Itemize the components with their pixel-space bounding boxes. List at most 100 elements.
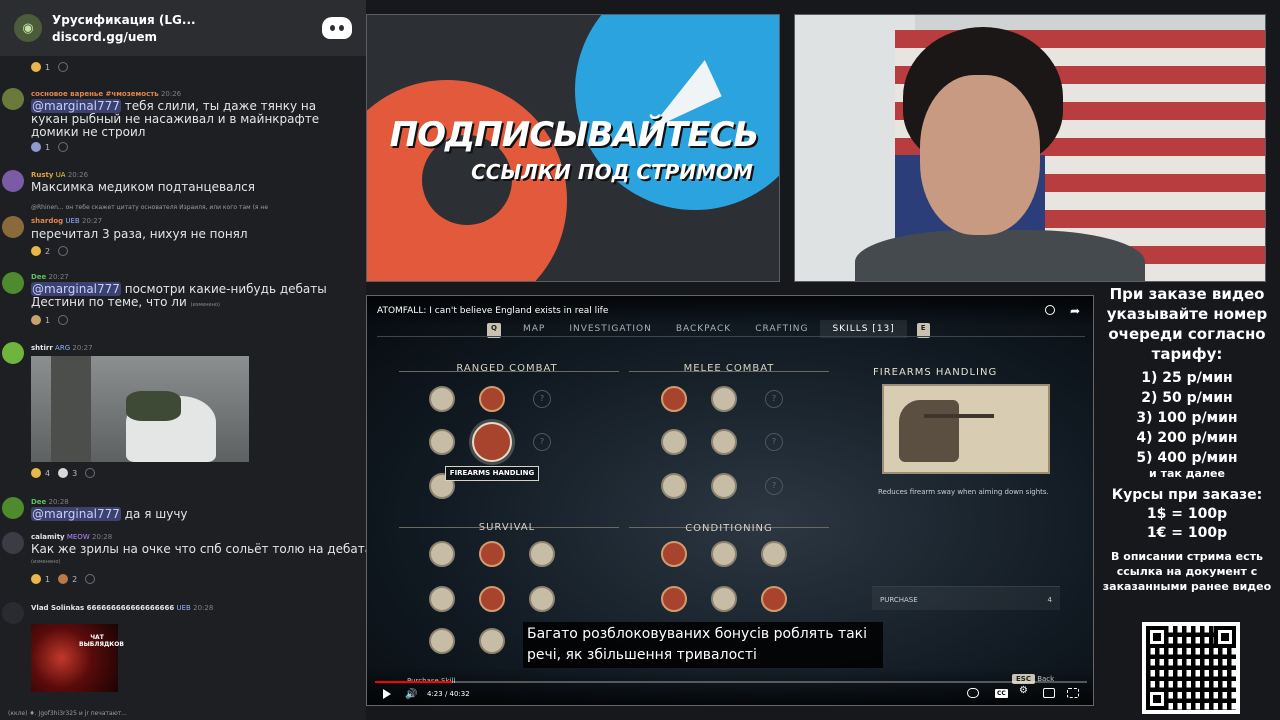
skill-icon[interactable] <box>661 429 687 455</box>
progress-bar[interactable] <box>375 681 1087 683</box>
typing-indicator: (ккле) ♦. Jgof3hi3r325 и jr печатают... <box>8 710 127 717</box>
miniplayer-icon[interactable] <box>1043 688 1055 698</box>
avatar[interactable] <box>2 342 24 364</box>
volume-icon[interactable]: 🔊 <box>405 689 417 700</box>
reactions: 1 <box>31 142 69 152</box>
avatar[interactable] <box>2 170 24 192</box>
author-name[interactable]: shtirr <box>31 344 53 352</box>
author-name[interactable]: Rusty <box>31 171 53 179</box>
reaction[interactable]: 1 <box>31 574 50 584</box>
author-name[interactable]: Vlad Solinkas 666666666666666666 <box>31 604 174 612</box>
purchase-button[interactable]: PURCHASE 4 <box>872 586 1060 610</box>
chat-header: ◉ Урусификация (LG... discord.gg/uem <box>0 0 366 56</box>
locked-skill-icon[interactable]: ? <box>533 433 551 451</box>
avatar[interactable] <box>2 602 24 624</box>
skill-icon[interactable] <box>711 586 737 612</box>
avatar[interactable] <box>2 88 24 110</box>
skill-icon[interactable] <box>711 386 737 412</box>
skill-icon[interactable] <box>711 541 737 567</box>
edited-tag: (изменено) <box>31 559 61 565</box>
skill-icon[interactable] <box>479 628 505 654</box>
course-heading: Курсы при заказе: <box>1111 487 1263 503</box>
reaction[interactable]: 4 <box>31 468 50 478</box>
skill-icon[interactable] <box>479 586 505 612</box>
attached-image[interactable] <box>31 356 249 462</box>
message-text: Максимка медиком подтанцевался <box>31 180 255 194</box>
reaction[interactable]: 1 <box>31 62 50 72</box>
reply-preview[interactable]: @Rhinen... он тебе скажет цитату основат… <box>31 204 365 211</box>
server-icon: ◉ <box>14 14 42 42</box>
server-link[interactable]: discord.gg/uem <box>52 30 312 44</box>
skill-icon[interactable] <box>529 586 555 612</box>
chat-message: Dee 20:27 @marginal777 посмотри какие-ни… <box>0 272 366 330</box>
skill-icon[interactable] <box>761 541 787 567</box>
chat-message: calamity MEOW 20:28 Как же зрилы на очке… <box>0 532 366 588</box>
add-reaction-icon[interactable] <box>85 468 96 478</box>
avatar[interactable] <box>2 216 24 238</box>
skill-icon[interactable] <box>429 586 455 612</box>
mention[interactable]: @marginal777 <box>31 282 121 296</box>
locked-skill-icon[interactable]: ? <box>765 390 783 408</box>
add-reaction-icon[interactable] <box>85 574 96 584</box>
emoji-icon <box>31 315 41 325</box>
chat-message: @Rhinen... он тебе скажет цитату основат… <box>0 204 366 260</box>
video-title[interactable]: ATOMFALL: I can't believe England exists… <box>377 306 608 316</box>
watch-later-icon[interactable] <box>1045 305 1055 315</box>
avatar[interactable] <box>2 272 24 294</box>
mention[interactable]: @marginal777 <box>31 99 121 113</box>
skill-icon[interactable] <box>711 473 737 499</box>
reaction[interactable]: 2 <box>31 246 50 256</box>
selected-skill-icon[interactable] <box>472 422 512 462</box>
reaction[interactable]: 1 <box>31 315 50 325</box>
chat-message: shtirr ARG 20:27 4 3 <box>0 342 366 482</box>
skill-icon[interactable] <box>661 386 687 412</box>
mention[interactable]: @marginal777 <box>31 507 121 521</box>
skill-icon[interactable] <box>429 429 455 455</box>
skill-icon[interactable] <box>429 628 455 654</box>
avatar[interactable] <box>2 532 24 554</box>
skill-icon[interactable] <box>479 386 505 412</box>
message-text: @marginal777 тебя слили, ты даже тянку н… <box>31 99 320 139</box>
qr-code[interactable] <box>1142 622 1240 714</box>
skill-icon[interactable] <box>661 473 687 499</box>
add-reaction-icon[interactable] <box>58 246 69 256</box>
emoji-icon <box>58 468 69 478</box>
captions-button[interactable]: CC <box>995 689 1008 698</box>
locked-skill-icon[interactable]: ? <box>533 390 551 408</box>
skill-icon[interactable] <box>711 429 737 455</box>
attached-image[interactable]: ЧАТ ВЫБЛЯДКОВ <box>31 624 124 692</box>
autoplay-toggle-icon[interactable] <box>967 688 979 698</box>
play-icon[interactable] <box>383 689 391 699</box>
locked-skill-icon[interactable]: ? <box>765 477 783 495</box>
skill-detail-title: FIREARMS HANDLING <box>873 367 998 378</box>
skill-icon[interactable] <box>529 541 555 567</box>
share-icon[interactable]: ➦ <box>1070 304 1080 318</box>
author-name[interactable]: Dee <box>31 498 46 506</box>
reactions: 1 <box>31 62 69 72</box>
fullscreen-icon[interactable] <box>1067 688 1079 698</box>
reaction[interactable]: 3 <box>58 468 77 478</box>
settings-gear-icon[interactable]: ⚙ <box>1019 685 1031 696</box>
skill-icon[interactable] <box>661 541 687 567</box>
author-name[interactable]: shardog <box>31 217 63 225</box>
description-note: В описании стрима есть ссылка на докумен… <box>1102 550 1272 593</box>
skill-icon[interactable] <box>761 586 787 612</box>
reaction[interactable]: 2 <box>58 574 77 584</box>
skill-icon[interactable] <box>429 541 455 567</box>
author-name[interactable]: Dee <box>31 273 46 281</box>
author-name[interactable]: calamity <box>31 533 65 541</box>
author-name[interactable]: сосновое варенье #чмоземость <box>31 90 159 98</box>
chat-message: 1 <box>0 60 366 76</box>
skill-icon[interactable] <box>429 386 455 412</box>
skill-icon[interactable] <box>479 541 505 567</box>
add-reaction-icon[interactable] <box>58 142 69 152</box>
locked-skill-icon[interactable]: ? <box>765 433 783 451</box>
reaction[interactable]: 1 <box>31 142 50 152</box>
add-reaction-icon[interactable] <box>58 315 69 325</box>
timestamp: 20:27 <box>81 217 103 225</box>
role-badge: UA <box>55 171 66 179</box>
skill-icon[interactable] <box>661 586 687 612</box>
avatar[interactable] <box>2 497 24 519</box>
add-reaction-icon[interactable] <box>58 62 69 72</box>
video-player[interactable]: ATOMFALL: I can't believe England exists… <box>366 295 1094 706</box>
